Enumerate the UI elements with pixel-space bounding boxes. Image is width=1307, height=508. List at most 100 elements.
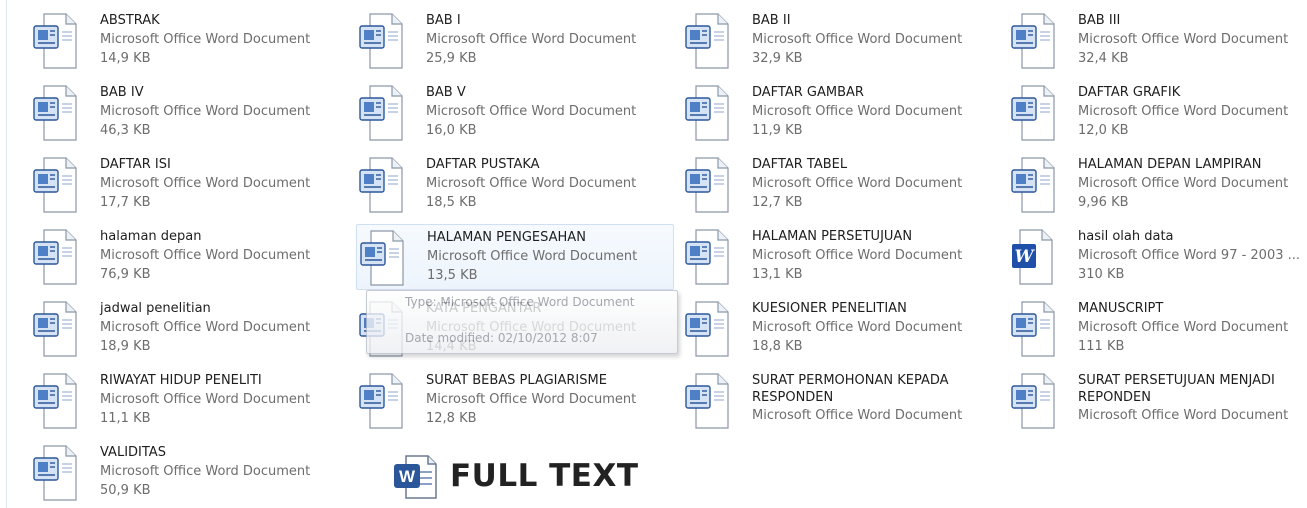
word-logo-icon: W [394,455,437,499]
file-name: DAFTAR ISI [100,157,171,172]
file-size: 310 KB [1078,267,1125,282]
file-type: Microsoft Office Word Document [100,320,311,335]
file-type: Microsoft Office Word Document [752,32,963,47]
file-details: HALAMAN PENGESAHAN Microsoft Office Word … [427,229,677,285]
file-name: halaman depan [100,229,202,244]
file-size: 16,0 KB [426,123,477,138]
word-document-icon [32,228,80,286]
file-item[interactable]: BAB III Microsoft Office Word Document 32,… [1008,8,1307,74]
file-size: 50,9 KB [100,483,151,498]
tooltip-date: Date modified: 02/10/2012 8:07 [405,331,598,345]
word-document-icon [684,84,732,142]
word-document-icon [358,12,406,70]
file-details: halaman depan Microsoft Office Word Docum… [100,228,350,284]
file-item[interactable]: MANUSCRIPT Microsoft Office Word Document… [1008,296,1307,362]
file-item[interactable]: RIWAYAT HIDUP PENELITI Microsoft Office W… [30,368,348,434]
file-item[interactable]: ABSTRAK Microsoft Office Word Document 14,… [30,8,348,74]
file-item[interactable]: HALAMAN PERSETUJUAN Microsoft Office Word… [682,224,1000,290]
file-type: Microsoft Office Word Document [100,392,311,407]
file-item[interactable]: DAFTAR GAMBAR Microsoft Office Word Docum… [682,80,1000,146]
file-details: HALAMAN PERSETUJUAN Microsoft Office Word… [752,228,1002,284]
file-size: 13,5 KB [427,268,478,283]
file-item[interactable]: BAB II Microsoft Office Word Document 32,9… [682,8,1000,74]
file-item[interactable]: VALIDITAS Microsoft Office Word Document 5… [30,440,348,506]
file-name: DAFTAR GAMBAR [752,85,864,100]
file-name: DAFTAR GRAFIK [1078,85,1181,100]
file-tooltip: Type: Microsoft Office Word Document Dat… [366,290,678,354]
file-type: Microsoft Office Word Document [100,32,311,47]
word-document-icon [359,229,407,287]
word-document-icon [684,300,732,358]
file-item[interactable]: SURAT PERMOHONAN KEPADA RESPONDEN Microso… [682,368,1000,434]
file-name: DAFTAR TABEL [752,157,848,172]
file-size: 12,8 KB [426,411,477,426]
file-item[interactable]: KUESIONER PENELITIAN Microsoft Office Wor… [682,296,1000,362]
file-name: KUESIONER PENELITIAN [752,301,907,316]
file-type: Microsoft Office Word Document [100,464,311,479]
file-type: Microsoft Office Word Document [752,320,963,335]
file-type: Microsoft Office Word Document [100,248,311,263]
file-item[interactable]: BAB IV Microsoft Office Word Document 46,3… [30,80,348,146]
file-item[interactable]: SURAT PERSETUJUAN MENJADI REPONDEN Micros… [1008,368,1307,434]
word-document-icon [1010,12,1058,70]
file-name: BAB IV [100,85,144,100]
file-size: 18,9 KB [100,339,151,354]
word-document-icon [32,156,80,214]
file-type: Microsoft Office Word Document [1078,104,1289,119]
file-name: SURAT PERSETUJUAN MENJADI REPONDEN [1078,373,1275,405]
file-name: BAB V [426,85,466,100]
file-size: 32,9 KB [752,51,803,66]
word-document-icon [1010,372,1058,430]
file-type: Microsoft Office Word 97 - 2003 ... [1078,248,1301,263]
file-size: 11,1 KB [100,411,151,426]
file-size: 111 KB [1078,339,1125,354]
file-type: Microsoft Office Word Document [1078,320,1289,335]
file-details: BAB II Microsoft Office Word Document 32,9… [752,12,1002,68]
file-size: 9,96 KB [1078,195,1129,210]
file-size: 18,5 KB [426,195,477,210]
file-type: Microsoft Office Word Document [100,104,311,119]
file-item[interactable]: BAB V Microsoft Office Word Document 16,0 … [356,80,674,146]
file-details: BAB IV Microsoft Office Word Document 46,3… [100,84,350,140]
word-document-icon [1010,300,1058,358]
word-document-icon [684,156,732,214]
word-document-icon [32,372,80,430]
file-item[interactable]: DAFTAR TABEL Microsoft Office Word Docume… [682,152,1000,218]
file-name: DAFTAR PUSTAKA [426,157,540,172]
file-size: 76,9 KB [100,267,151,282]
file-details: DAFTAR PUSTAKA Microsoft Office Word Docu… [426,156,676,212]
file-item[interactable]: Whasil olah data Microsoft Office Word 97… [1008,224,1307,290]
file-item[interactable]: BAB I Microsoft Office Word Document 25,9 … [356,8,674,74]
file-item[interactable]: jadwal penelitian Microsoft Office Word D… [30,296,348,362]
file-details: SURAT PERSETUJUAN MENJADI REPONDEN Micros… [1078,372,1307,425]
file-details: HALAMAN DEPAN LAMPIRAN Microsoft Office W… [1078,156,1307,212]
file-type: Microsoft Office Word Document [426,32,637,47]
file-type: Microsoft Office Word Document [100,176,311,191]
file-type: Microsoft Office Word Document [1078,32,1289,47]
file-details: BAB I Microsoft Office Word Document 25,9 … [426,12,676,68]
file-item[interactable]: HALAMAN PENGESAHAN Microsoft Office Word … [356,224,674,290]
file-type: Microsoft Office Word Document [427,249,638,264]
word-document-icon [32,84,80,142]
file-item[interactable]: DAFTAR PUSTAKA Microsoft Office Word Docu… [356,152,674,218]
file-type: Microsoft Office Word Document [752,176,963,191]
file-name: hasil olah data [1078,229,1174,244]
file-type: Microsoft Office Word Document [752,248,963,263]
file-item[interactable]: DAFTAR ISI Microsoft Office Word Document… [30,152,348,218]
file-item[interactable]: SURAT BEBAS PLAGIARISME Microsoft Office … [356,368,674,434]
file-type: Microsoft Office Word Document [426,392,637,407]
file-type: Microsoft Office Word Document [426,104,637,119]
file-details: VALIDITAS Microsoft Office Word Document 5… [100,444,350,500]
file-name: VALIDITAS [100,445,166,460]
word-document-icon [32,300,80,358]
file-item[interactable]: HALAMAN DEPAN LAMPIRAN Microsoft Office W… [1008,152,1307,218]
file-item[interactable]: halaman depan Microsoft Office Word Docum… [30,224,348,290]
tooltip-type: Type: Microsoft Office Word Document [405,295,635,309]
svg-text:W: W [1014,247,1035,267]
file-details: BAB III Microsoft Office Word Document 32,… [1078,12,1307,68]
window-left-border [0,0,7,508]
word-document-icon [684,372,732,430]
file-details: KUESIONER PENELITIAN Microsoft Office Wor… [752,300,1002,356]
file-name: BAB I [426,13,461,28]
file-item[interactable]: DAFTAR GRAFIK Microsoft Office Word Docum… [1008,80,1307,146]
